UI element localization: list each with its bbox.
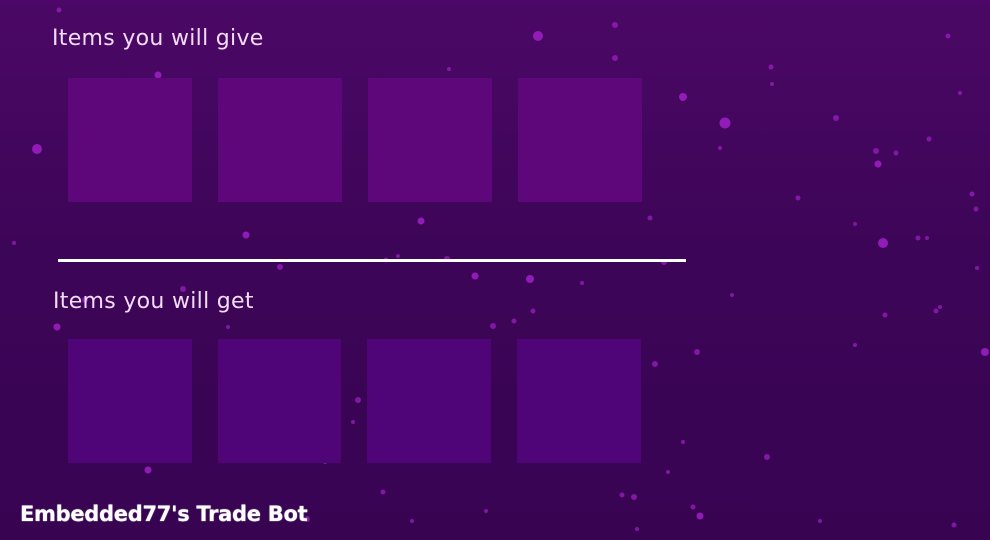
particle-dot bbox=[484, 509, 488, 513]
particle-dot bbox=[882, 312, 888, 318]
particle-dot bbox=[853, 222, 857, 226]
particle-dot bbox=[526, 275, 534, 283]
particle-dot bbox=[893, 150, 899, 156]
particle-dot bbox=[396, 254, 400, 258]
particle-dot bbox=[53, 323, 61, 331]
particle-dot bbox=[612, 55, 618, 61]
particle-dot bbox=[878, 238, 888, 248]
particle-dot bbox=[973, 206, 979, 212]
particle-dot bbox=[768, 64, 774, 70]
particle-dot bbox=[718, 146, 722, 150]
get-item-slot-1[interactable] bbox=[68, 339, 192, 463]
particle-dot bbox=[925, 236, 929, 240]
particle-dot bbox=[447, 67, 451, 71]
particle-dot bbox=[533, 31, 543, 41]
particle-dot bbox=[647, 215, 653, 221]
particle-dot bbox=[32, 144, 42, 154]
give-item-slot-4[interactable] bbox=[518, 78, 642, 202]
particle-dot bbox=[277, 264, 283, 270]
particle-dot bbox=[471, 272, 479, 280]
particle-dot bbox=[511, 318, 517, 324]
get-item-slot-4[interactable] bbox=[517, 339, 641, 463]
particle-dot bbox=[696, 512, 704, 520]
give-section-title: Items you will give bbox=[52, 26, 264, 51]
section-divider bbox=[58, 259, 686, 262]
particle-dot bbox=[730, 293, 734, 297]
particle-dot bbox=[690, 504, 696, 510]
particle-dot bbox=[144, 466, 152, 474]
particle-dot bbox=[770, 82, 774, 86]
give-item-slot-2[interactable] bbox=[218, 78, 342, 202]
particle-dot bbox=[874, 160, 882, 168]
get-section-title: Items you will get bbox=[53, 289, 254, 314]
particle-dot bbox=[681, 440, 685, 444]
particle-dot bbox=[694, 349, 700, 355]
particle-dot bbox=[981, 348, 989, 356]
particle-dot bbox=[951, 522, 957, 528]
give-items-row bbox=[68, 78, 642, 202]
particle-dot bbox=[417, 217, 425, 225]
particle-dot bbox=[795, 195, 801, 201]
get-item-slot-3[interactable] bbox=[367, 339, 491, 463]
particle-dot bbox=[915, 235, 921, 241]
particle-dot bbox=[938, 305, 942, 309]
particle-dot bbox=[652, 361, 658, 367]
particle-dot bbox=[530, 308, 536, 314]
particle-dot bbox=[56, 7, 62, 13]
particle-dot bbox=[926, 136, 932, 142]
particle-dot bbox=[12, 241, 16, 245]
particle-dot bbox=[631, 494, 637, 500]
particle-dot bbox=[410, 519, 414, 523]
particle-dot bbox=[818, 519, 822, 523]
particle-dot bbox=[719, 117, 731, 129]
particle-dot bbox=[933, 308, 939, 314]
particle-dot bbox=[833, 115, 839, 121]
particle-dot bbox=[612, 22, 618, 28]
particle-dot bbox=[945, 33, 951, 39]
particle-dot bbox=[226, 325, 230, 329]
give-item-slot-1[interactable] bbox=[68, 78, 192, 202]
particle-dot bbox=[958, 91, 962, 95]
particle-dot bbox=[635, 527, 639, 531]
particle-dot bbox=[679, 93, 687, 101]
particle-dot bbox=[242, 231, 250, 239]
give-item-slot-3[interactable] bbox=[368, 78, 492, 202]
brand-label: Embedded77's Trade Bot bbox=[20, 502, 308, 526]
get-items-row bbox=[68, 339, 641, 463]
particle-dot bbox=[580, 281, 584, 285]
particle-dot bbox=[619, 492, 625, 498]
particle-dot bbox=[490, 323, 496, 329]
particle-dot bbox=[969, 191, 975, 197]
particle-dot bbox=[853, 343, 857, 347]
particle-dot bbox=[666, 470, 670, 474]
particle-dot bbox=[764, 454, 770, 460]
get-item-slot-2[interactable] bbox=[218, 339, 341, 463]
particle-dot bbox=[975, 266, 979, 270]
particle-dot bbox=[380, 489, 386, 495]
particle-dot bbox=[873, 148, 879, 154]
